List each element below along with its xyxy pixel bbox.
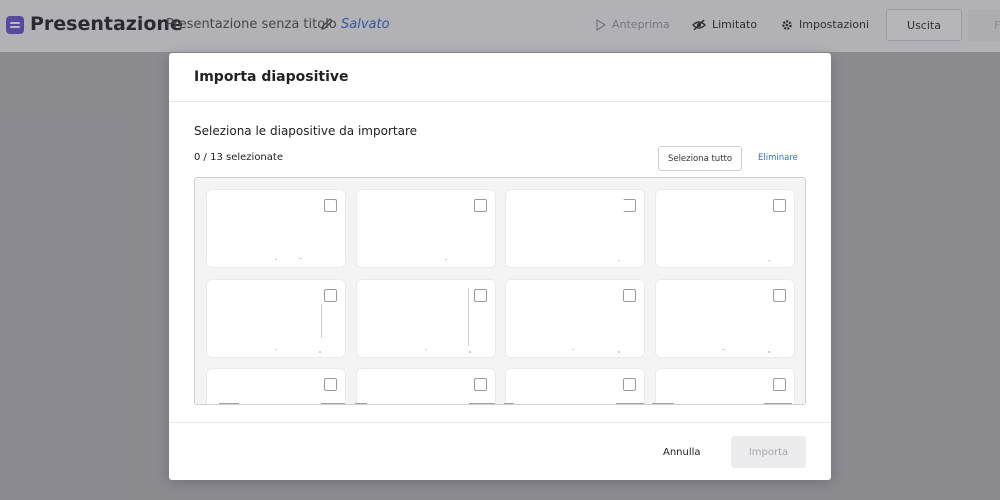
slide-thumbnail[interactable] — [652, 369, 794, 404]
slide-checkbox[interactable] — [324, 199, 337, 212]
slide-thumbnail[interactable] — [357, 190, 495, 267]
slide-thumbnail[interactable] — [506, 280, 644, 357]
dialog-footer: Annulla Importa — [169, 422, 831, 480]
cancel-button[interactable]: Annulla — [663, 447, 701, 458]
slide-checkbox[interactable] — [623, 289, 636, 302]
dialog-subtitle: Seleziona le diapositive da importare — [194, 124, 417, 138]
import-slides-dialog: Importa diapositive Seleziona le diaposi… — [169, 53, 831, 480]
slide-thumbnail[interactable] — [656, 280, 794, 357]
slide-checkbox[interactable] — [773, 378, 786, 391]
slide-thumbnail[interactable] — [207, 280, 345, 357]
select-all-button[interactable]: Seleziona tutto — [658, 146, 742, 171]
slide-thumbnail[interactable] — [207, 190, 345, 267]
slide-thumbnail[interactable] — [656, 190, 794, 267]
slide-checkbox[interactable] — [474, 199, 487, 212]
clear-selection-link[interactable]: Eliminare — [758, 153, 798, 163]
slide-thumbnail[interactable] — [504, 369, 644, 404]
slide-checkbox[interactable] — [773, 199, 786, 212]
dialog-title: Importa diapositive — [169, 53, 831, 102]
slide-checkbox[interactable] — [324, 378, 337, 391]
slide-thumbnail[interactable] — [207, 369, 345, 404]
slide-thumbnail[interactable] — [355, 369, 495, 404]
slide-thumbnail[interactable] — [357, 280, 495, 357]
import-button[interactable]: Importa — [731, 436, 806, 468]
slide-grid[interactable] — [194, 177, 806, 405]
slide-checkbox[interactable] — [474, 289, 487, 302]
selection-count: 0 / 13 selezionate — [194, 152, 283, 163]
slide-checkbox[interactable] — [474, 378, 487, 391]
slide-checkbox[interactable] — [324, 289, 337, 302]
slide-checkbox[interactable] — [773, 289, 786, 302]
slide-checkbox[interactable] — [623, 199, 636, 212]
slide-checkbox[interactable] — [623, 378, 636, 391]
slide-thumbnail[interactable] — [506, 190, 644, 267]
